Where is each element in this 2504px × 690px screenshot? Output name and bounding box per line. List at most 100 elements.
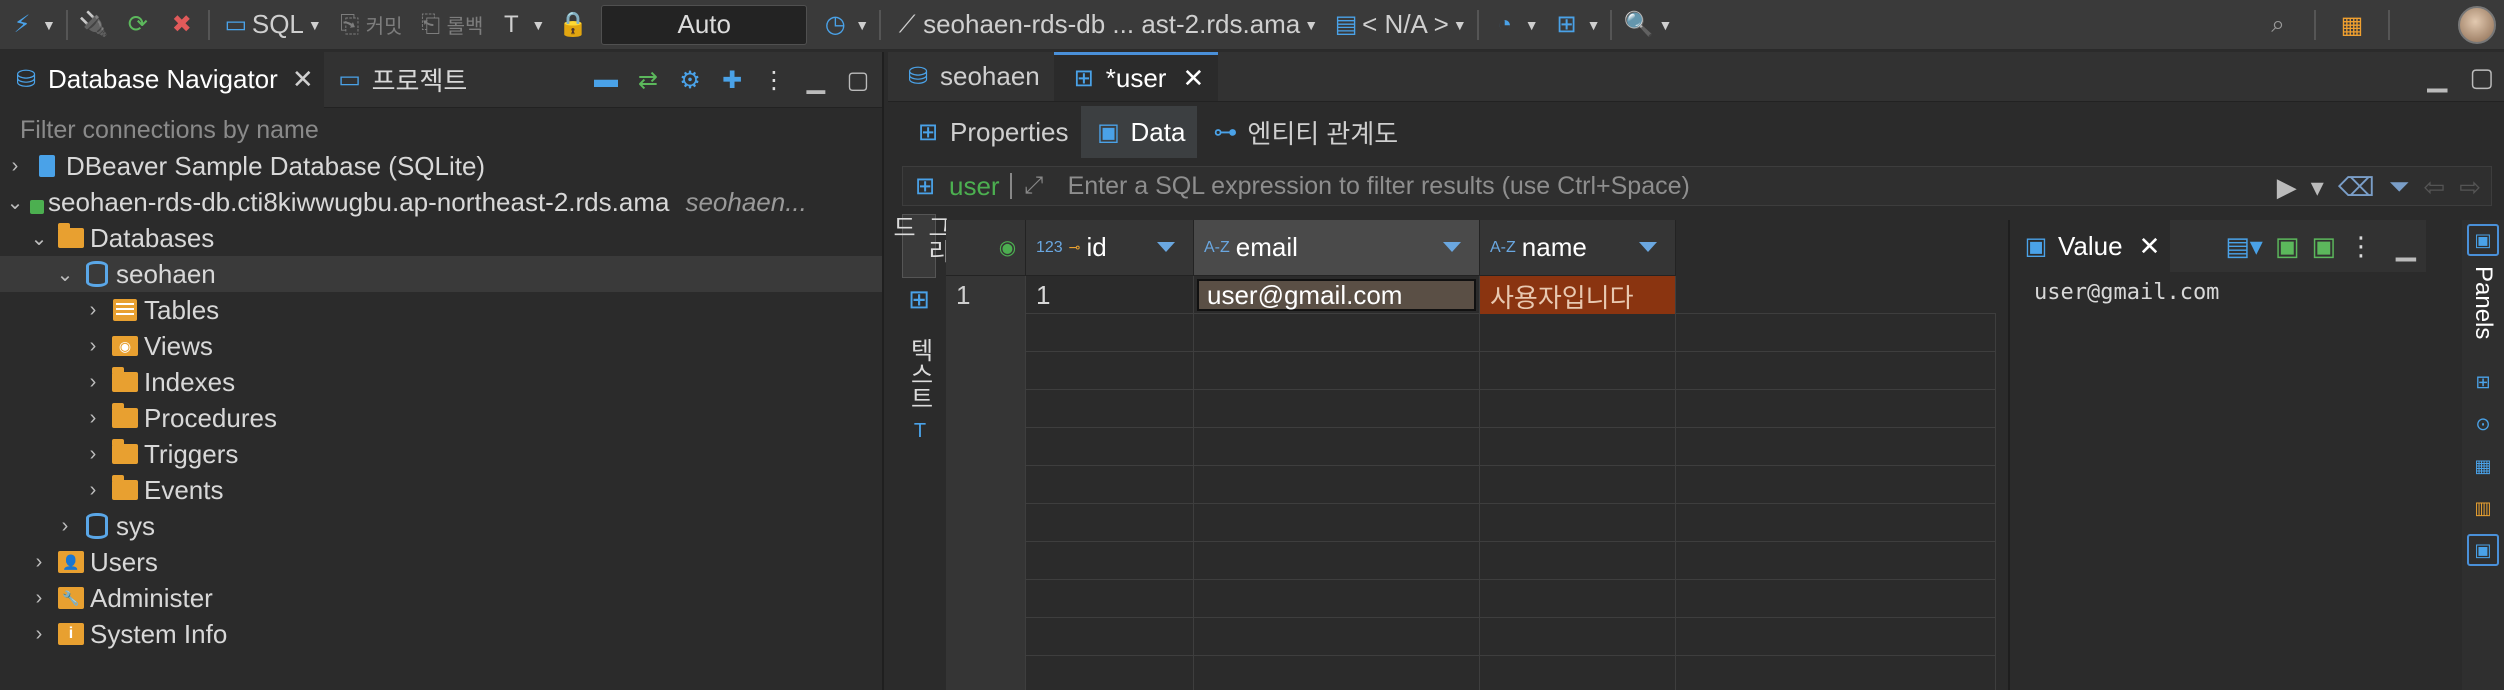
- minimize-icon[interactable]: ▁: [2427, 62, 2447, 93]
- tree-item-administer[interactable]: › 🔧 Administer: [0, 580, 882, 616]
- tab-value[interactable]: ▣ Value ✕: [2010, 220, 2171, 272]
- tree-item-db-sys[interactable]: › sys: [0, 508, 882, 544]
- close-icon[interactable]: ✕: [2139, 231, 2161, 262]
- content-viewer-icon[interactable]: ▤▾: [2225, 231, 2263, 262]
- chevron-right-icon[interactable]: ›: [28, 623, 50, 646]
- chevron-right-icon[interactable]: ›: [54, 515, 76, 538]
- panels-toggle-icon[interactable]: ▣: [2467, 224, 2499, 256]
- link-editor-icon[interactable]: ⇄: [632, 64, 664, 96]
- sort-icon[interactable]: [1157, 242, 1175, 252]
- chevron-right-icon[interactable]: ›: [82, 407, 104, 430]
- tree-item-events[interactable]: › Events: [0, 472, 882, 508]
- filter-history-icon[interactable]: ▾: [2311, 172, 2324, 203]
- perspective-icon[interactable]: ▦: [2336, 9, 2368, 41]
- tree-item-indexes[interactable]: › Indexes: [0, 364, 882, 400]
- metadata-icon[interactable]: ▥: [2467, 492, 2499, 524]
- chevron-down-icon[interactable]: ⌄: [28, 226, 50, 251]
- dashboard-button[interactable]: ◔ ▼: [1483, 0, 1545, 50]
- commit-button[interactable]: ⎘ 커밋: [328, 0, 409, 50]
- transaction-mode-button[interactable]: T ▼: [489, 0, 551, 50]
- apply-filter-icon[interactable]: ▶: [2277, 172, 2297, 203]
- grid-icon[interactable]: ⊞: [904, 284, 934, 314]
- tab-er-diagram[interactable]: ⊶ 엔티티 관계도: [1197, 106, 1410, 158]
- tools-button[interactable]: ⊞ ▼: [1545, 0, 1607, 50]
- column-header-name[interactable]: A-Z name: [1480, 220, 1676, 276]
- auto-commit-mode-field[interactable]: Auto: [601, 4, 808, 45]
- disconnect-button[interactable]: ✖: [160, 0, 204, 50]
- tree-item-views[interactable]: › ◉ Views: [0, 328, 882, 364]
- filter-expression-input[interactable]: Enter a SQL expression to filter results…: [1068, 172, 1690, 201]
- save-icon[interactable]: ▣: [2275, 231, 2300, 262]
- row-number[interactable]: 1: [946, 276, 1026, 314]
- grid-mode-tab[interactable]: 그리드: [888, 214, 950, 278]
- chevron-right-icon[interactable]: ›: [82, 335, 104, 358]
- forward-icon[interactable]: ⇨: [2459, 172, 2481, 203]
- tree-item-triggers[interactable]: › Triggers: [0, 436, 882, 472]
- text-mode-icon[interactable]: T: [906, 420, 934, 450]
- rollback-button[interactable]: ⎗ 롤백: [409, 0, 490, 50]
- cell-id[interactable]: 1: [1026, 276, 1194, 314]
- new-connection-button[interactable]: ⚡ ▼: [0, 0, 62, 50]
- tree-item-users[interactable]: › 👤 Users: [0, 544, 882, 580]
- close-icon[interactable]: ✕: [1182, 63, 1204, 94]
- connection-filter-input[interactable]: Filter connections by name: [0, 112, 882, 148]
- tree-item-databases[interactable]: ⌄ Databases: [0, 220, 882, 256]
- tree-item-connection[interactable]: ⌄ seohaen-rds-db.cti8kiwwugbu.ap-northea…: [0, 184, 882, 220]
- configure-connection-icon[interactable]: ⚙: [674, 64, 706, 96]
- search-icon[interactable]: ⌕: [2262, 9, 2294, 41]
- chevron-right-icon[interactable]: ›: [82, 443, 104, 466]
- minimize-icon[interactable]: ▁: [2396, 231, 2416, 262]
- chevron-down-icon[interactable]: ⌄: [4, 190, 26, 215]
- value-text[interactable]: user@gmail.com: [2010, 272, 2426, 313]
- maximize-icon[interactable]: ▢: [842, 64, 874, 96]
- panels-label[interactable]: Panels: [2469, 266, 2497, 356]
- user-avatar[interactable]: [2458, 6, 2496, 44]
- tab-database-navigator[interactable]: ⛁ Database Navigator ✕: [0, 51, 324, 108]
- new-connection-icon[interactable]: ✚: [716, 64, 748, 96]
- collapse-all-icon[interactable]: ▬: [590, 64, 622, 96]
- properties-panel-icon[interactable]: ⊞: [2467, 366, 2499, 398]
- chevron-right-icon[interactable]: ›: [28, 587, 50, 610]
- active-schema-selector[interactable]: ▤ < N/A > ▼: [1324, 0, 1473, 50]
- history-button[interactable]: ◷ ▼: [813, 0, 875, 50]
- chevron-right-icon[interactable]: ›: [82, 371, 104, 394]
- chevron-right-icon[interactable]: ›: [82, 479, 104, 502]
- value-panel-toggle-icon[interactable]: ▣: [2467, 534, 2499, 566]
- cell-name[interactable]: 사용자입니다: [1480, 276, 1676, 314]
- maximize-icon[interactable]: ▢: [2469, 62, 2494, 93]
- sort-icon[interactable]: [1639, 242, 1657, 252]
- tree-item-tables[interactable]: › Tables: [0, 292, 882, 328]
- expand-icon[interactable]: ⤢: [1018, 170, 1050, 202]
- save-to-file-icon[interactable]: ▣: [2311, 231, 2336, 262]
- connect-button[interactable]: 🔌: [72, 0, 116, 50]
- tab-data[interactable]: ▣ Data: [1080, 106, 1198, 158]
- back-icon[interactable]: ⇦: [2423, 172, 2445, 203]
- column-header-email[interactable]: A-Z email: [1194, 220, 1480, 276]
- lock-button[interactable]: 🔒: [551, 0, 595, 50]
- close-icon[interactable]: ✕: [292, 64, 314, 95]
- tree-item-sample-database[interactable]: › DBeaver Sample Database (SQLite): [0, 148, 882, 184]
- chevron-right-icon[interactable]: ›: [82, 299, 104, 322]
- filter-icon[interactable]: ⏷: [2389, 171, 2410, 203]
- reconnect-button[interactable]: ⟳: [116, 0, 160, 50]
- tab-project[interactable]: ▭ 프로젝트: [324, 52, 478, 108]
- text-mode-tab[interactable]: 텍스트: [902, 334, 936, 414]
- selected-cell-email[interactable]: user@gmail.com: [1197, 279, 1476, 311]
- tree-item-system-info[interactable]: › i System Info: [0, 616, 882, 652]
- tree-item-db-seohaen[interactable]: ⌄ seohaen: [0, 256, 882, 292]
- active-connection-selector[interactable]: ⟋ seohaen-rds-db ... ast-2.rds.ama ▼: [885, 0, 1324, 50]
- grouping-icon[interactable]: ▦: [2467, 450, 2499, 482]
- chevron-down-icon[interactable]: ⌄: [54, 262, 76, 287]
- calculator-icon[interactable]: ⊙: [2467, 408, 2499, 440]
- tab-properties[interactable]: ⊞ Properties: [900, 106, 1081, 158]
- chevron-right-icon[interactable]: ›: [4, 155, 26, 178]
- more-icon[interactable]: ⋮: [2348, 231, 2374, 262]
- cell-email[interactable]: user@gmail.com: [1194, 276, 1480, 314]
- sort-icon[interactable]: [1443, 242, 1461, 252]
- eraser-icon[interactable]: ⌫: [2338, 172, 2375, 203]
- more-icon[interactable]: ⋮: [758, 64, 790, 96]
- tab-user[interactable]: ⊞ *user ✕: [1053, 52, 1219, 101]
- minimize-icon[interactable]: ▁: [800, 64, 832, 96]
- row-number-header[interactable]: ◉: [946, 220, 1026, 276]
- tree-item-procedures[interactable]: › Procedures: [0, 400, 882, 436]
